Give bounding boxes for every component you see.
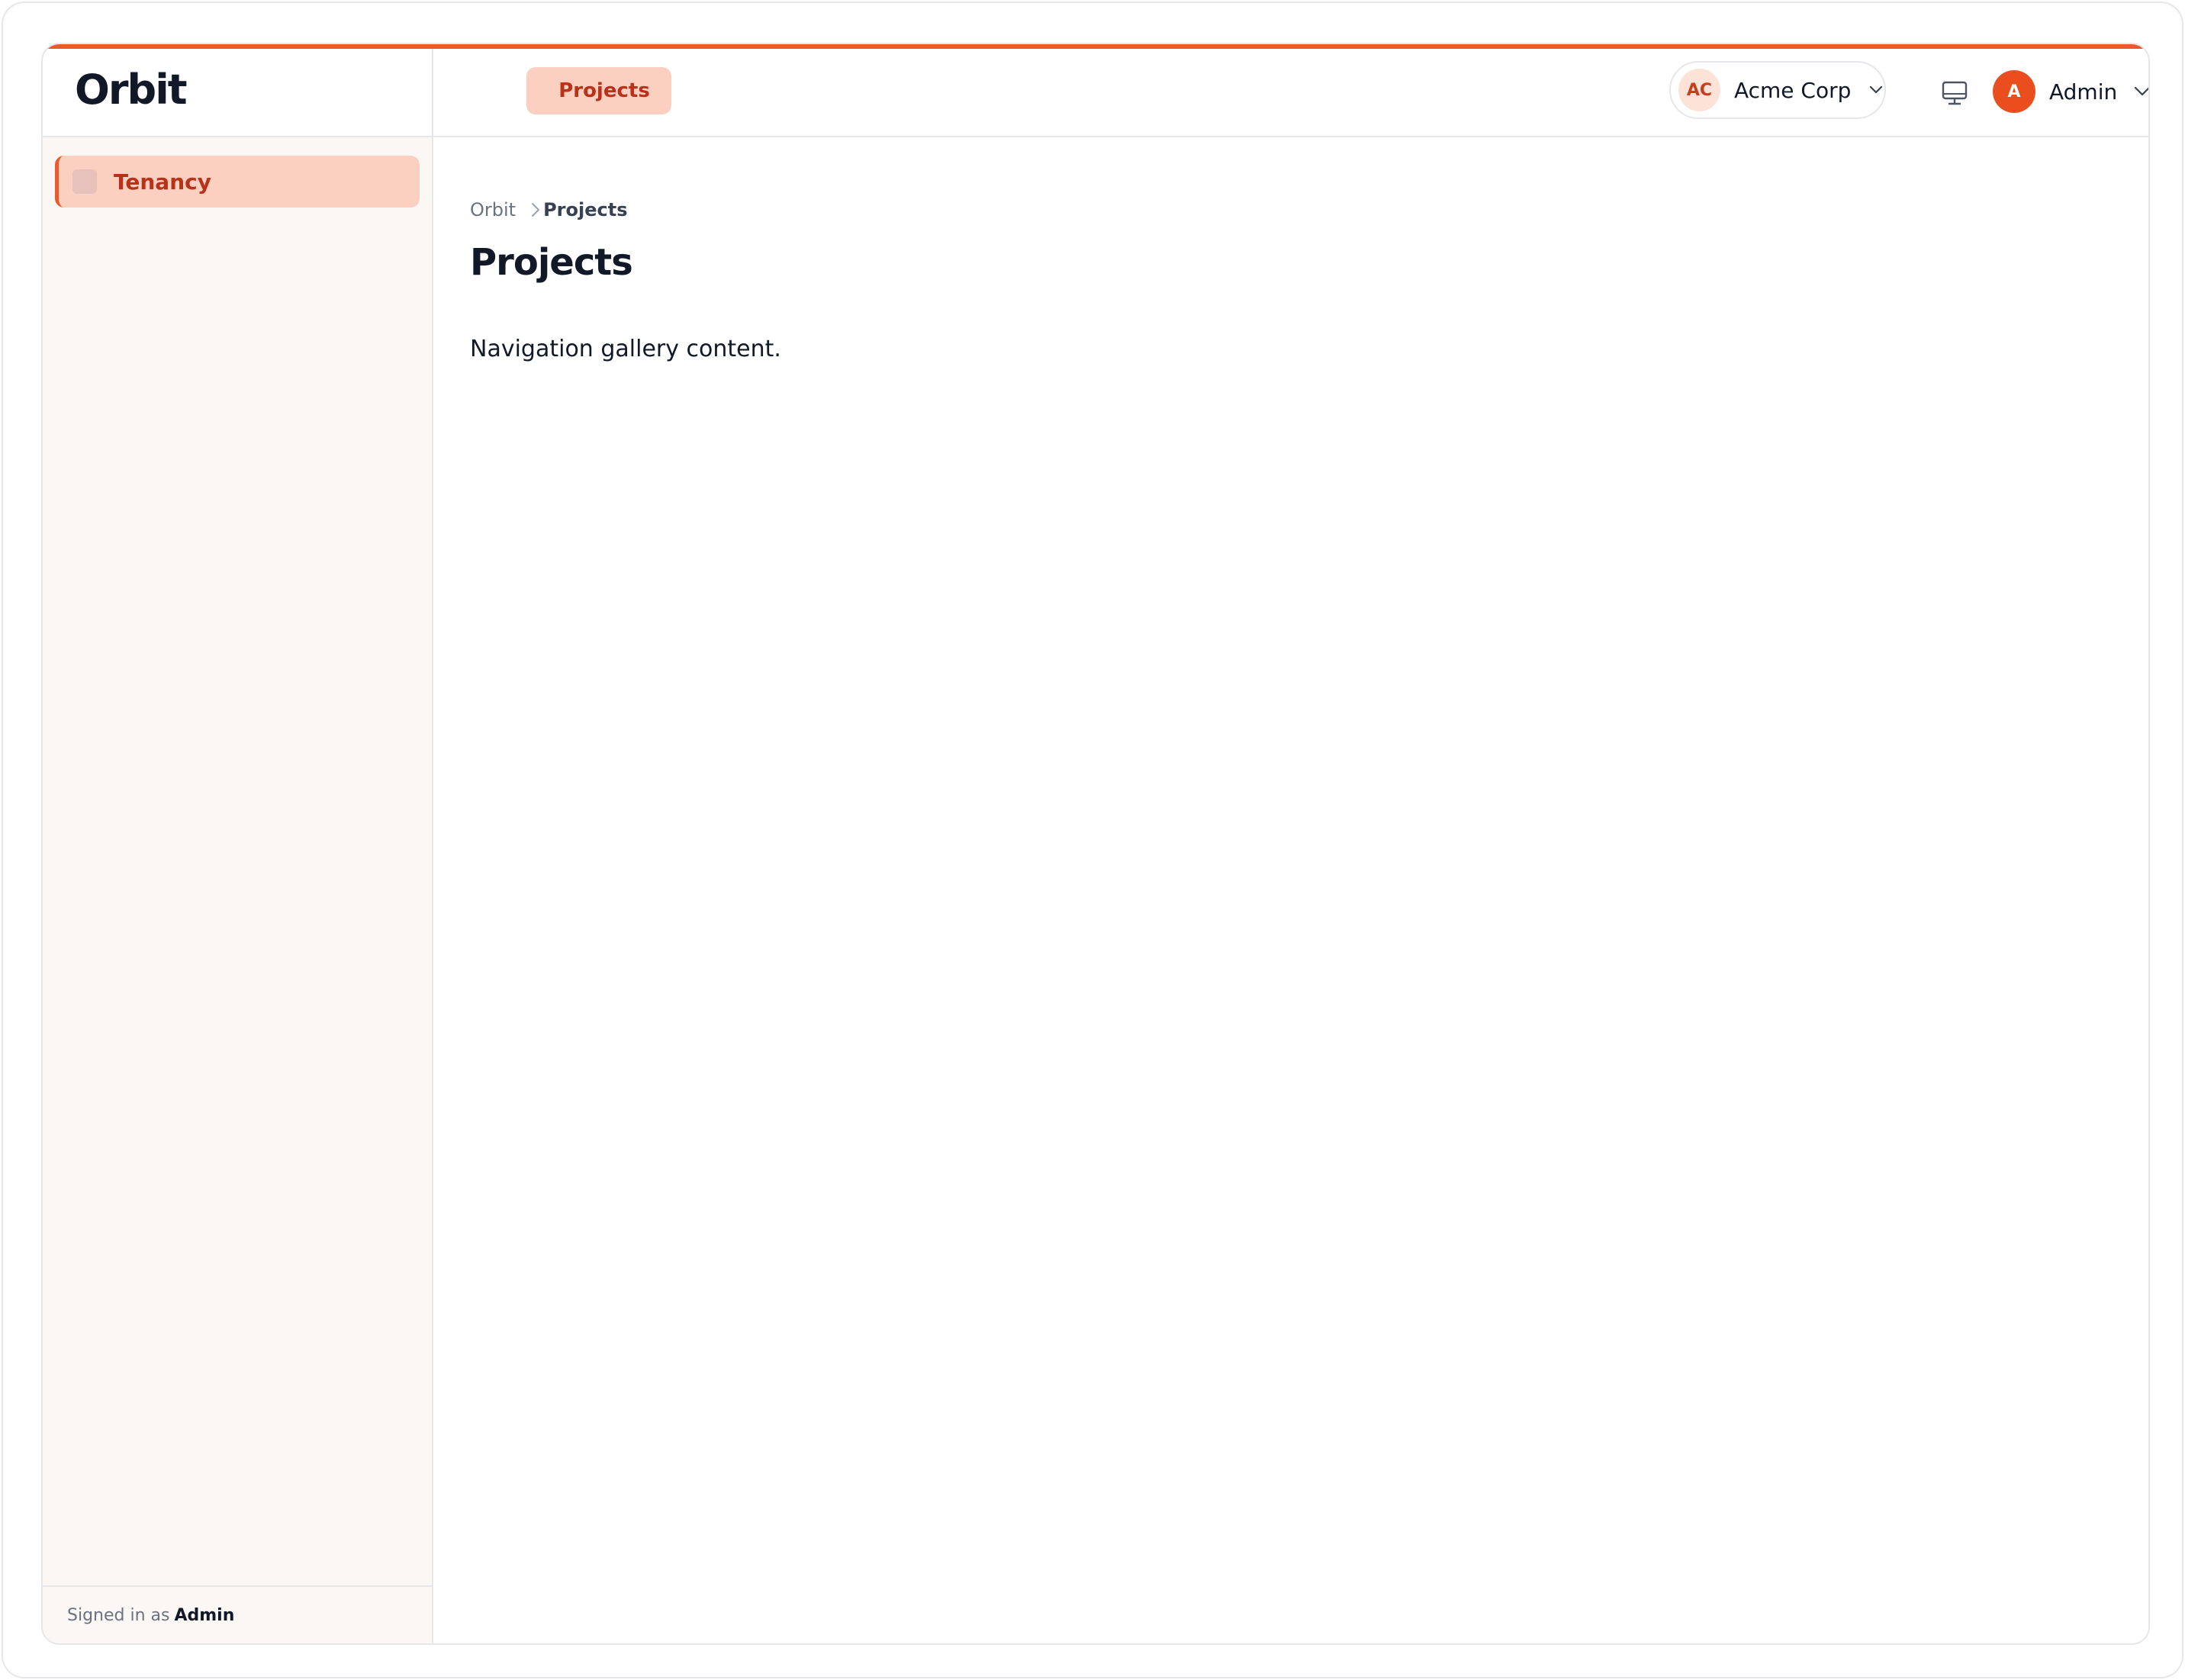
signed-in-label: Signed in as <box>67 1605 170 1625</box>
topnav-tab-label: Projects <box>558 79 650 102</box>
page-frame: Orbit Projects AC Acme Corp A Admin Tena… <box>2 2 2183 1678</box>
app-window: Orbit Projects AC Acme Corp A Admin Tena… <box>41 43 2150 1645</box>
sidebar: Tenancy Signed in as Admin <box>43 137 433 1643</box>
chevron-down-icon <box>2134 83 2148 100</box>
page-body-text: Navigation gallery content. <box>470 336 781 362</box>
topnav-tab-projects[interactable]: Projects <box>526 67 671 114</box>
main-content: Orbit Projects Projects Navigation galle… <box>433 137 2148 1643</box>
top-bar: Projects AC Acme Corp A Admin <box>433 49 2148 137</box>
avatar: A <box>1993 70 2035 113</box>
signed-in-user: Admin <box>174 1605 235 1625</box>
tenancy-icon <box>72 169 97 194</box>
device-preview-button[interactable] <box>1936 75 1973 111</box>
brand-logo[interactable]: Orbit <box>75 66 188 114</box>
breadcrumb-root-link[interactable]: Orbit <box>470 199 516 220</box>
breadcrumb: Orbit Projects <box>470 198 627 221</box>
page-title: Projects <box>470 241 633 284</box>
tenant-name: Acme Corp <box>1733 77 1852 103</box>
breadcrumb-current: Projects <box>543 199 628 220</box>
user-name: Admin <box>2049 79 2118 105</box>
sidebar-footer: Signed in as Admin <box>43 1585 432 1643</box>
brand-area: Orbit <box>43 49 433 137</box>
sidebar-item-label: Tenancy <box>114 169 211 195</box>
chevron-down-icon <box>1868 82 1884 98</box>
chevron-right-icon <box>531 202 540 217</box>
user-menu[interactable]: A Admin <box>1993 67 2148 116</box>
tenant-avatar: AC <box>1678 69 1720 111</box>
monitor-icon <box>1941 80 1968 106</box>
tenant-switcher[interactable]: AC Acme Corp <box>1669 61 1886 119</box>
sidebar-item-tenancy[interactable]: Tenancy <box>55 156 420 208</box>
